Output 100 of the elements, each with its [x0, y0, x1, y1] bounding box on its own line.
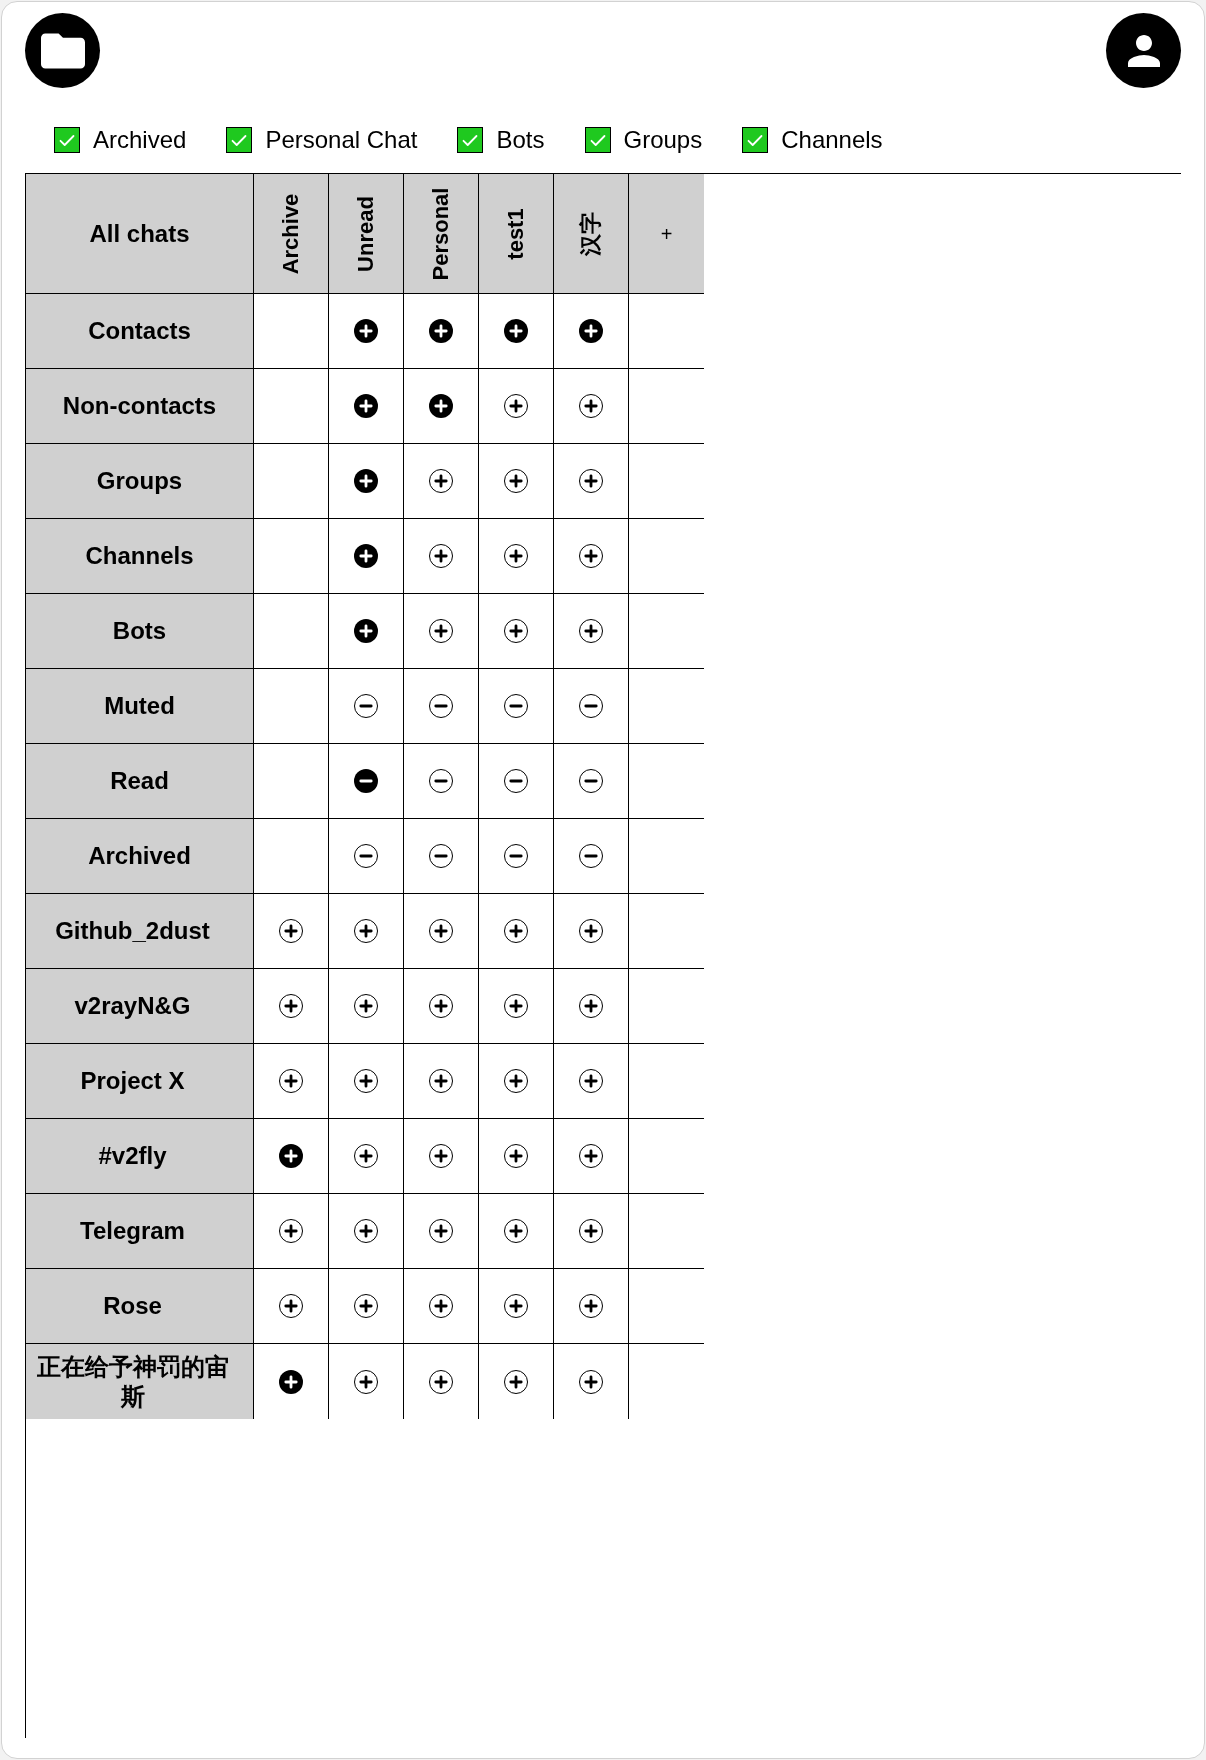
minus-circle-icon[interactable] — [429, 769, 453, 793]
checkbox-label[interactable]: Archived — [93, 125, 187, 155]
plus-circle-icon[interactable] — [429, 544, 453, 568]
checkbox[interactable] — [457, 127, 484, 153]
checkbox-label[interactable]: Bots — [496, 125, 545, 155]
checkmark-icon — [589, 133, 606, 147]
minus-circle-icon[interactable] — [354, 844, 378, 868]
row-header-cell: Archived — [26, 819, 254, 894]
checkbox[interactable] — [226, 127, 253, 153]
plus-circle-icon[interactable] — [579, 1219, 603, 1243]
checkbox-label[interactable]: Groups — [623, 125, 703, 155]
minus-circle-icon[interactable] — [579, 844, 603, 868]
plus-circle-icon[interactable] — [579, 544, 603, 568]
plus-circle-icon[interactable] — [354, 919, 378, 943]
row-header-cell: Github_2dust — [26, 894, 254, 969]
plus-circle-icon[interactable] — [429, 469, 453, 493]
checkmark-icon — [231, 133, 248, 147]
plus-circle-icon[interactable] — [504, 1369, 528, 1394]
checkmark-icon — [59, 133, 75, 147]
plus-circle-icon[interactable] — [579, 1294, 603, 1318]
plus-circle-icon[interactable] — [354, 544, 378, 568]
plus-circle-icon[interactable] — [354, 1369, 378, 1394]
header-cell: All chats — [26, 174, 254, 294]
row-header-cell: Telegram — [26, 1194, 254, 1269]
plus-circle-icon[interactable] — [429, 619, 453, 643]
checkbox[interactable] — [742, 127, 769, 153]
plus-circle-icon[interactable] — [504, 1069, 528, 1093]
folder-icon — [40, 32, 85, 69]
plus-circle-icon[interactable] — [279, 1369, 303, 1394]
plus-circle-icon[interactable] — [354, 994, 378, 1018]
plus-circle-icon[interactable] — [279, 919, 303, 943]
plus-circle-icon[interactable] — [579, 1069, 603, 1093]
minus-circle-icon[interactable] — [504, 694, 528, 718]
plus-circle-icon[interactable] — [504, 1144, 528, 1168]
minus-circle-icon[interactable] — [504, 844, 528, 868]
plus-circle-icon[interactable] — [354, 469, 378, 493]
row-header-cell: Rose — [26, 1269, 254, 1344]
plus-circle-icon[interactable] — [429, 1069, 453, 1093]
plus-circle-icon[interactable] — [504, 619, 528, 643]
minus-circle-icon[interactable] — [579, 694, 603, 718]
plus-circle-icon[interactable] — [429, 394, 453, 418]
plus-circle-icon[interactable] — [429, 1369, 453, 1394]
plus-circle-icon[interactable] — [279, 994, 303, 1018]
plus-circle-icon[interactable] — [579, 319, 603, 343]
row-header-cell: Bots — [26, 594, 254, 669]
minus-circle-icon[interactable] — [354, 694, 378, 718]
plus-circle-icon[interactable] — [279, 1294, 303, 1318]
column-label: Archive — [278, 193, 304, 274]
plus-circle-icon[interactable] — [579, 469, 603, 493]
checkbox-label[interactable]: Channels — [781, 125, 883, 155]
plus-circle-icon[interactable] — [354, 319, 378, 343]
add-column-button[interactable]: + — [656, 223, 677, 244]
row-header-cell: Project X — [26, 1044, 254, 1119]
checkbox[interactable] — [54, 127, 80, 153]
column-label: 汉字 — [578, 211, 604, 256]
row-header-cell: Non-contacts — [26, 369, 254, 444]
plus-circle-icon[interactable] — [579, 1369, 603, 1394]
checkmark-icon — [747, 133, 764, 147]
plus-circle-icon[interactable] — [279, 1219, 303, 1243]
checkbox-label[interactable]: Personal Chat — [265, 125, 418, 155]
row-header-cell: 正在给予神罚的宙斯 — [26, 1344, 254, 1419]
row-header-cell: v2rayN&G — [26, 969, 254, 1044]
checkbox[interactable] — [584, 127, 611, 153]
plus-circle-icon[interactable] — [504, 919, 528, 943]
plus-circle-icon[interactable] — [429, 1219, 453, 1243]
minus-circle-icon[interactable] — [354, 769, 378, 793]
plus-circle-icon[interactable] — [579, 919, 603, 943]
plus-circle-icon[interactable] — [579, 994, 603, 1018]
plus-circle-icon[interactable] — [504, 394, 528, 418]
minus-circle-icon[interactable] — [504, 769, 528, 793]
plus-circle-icon[interactable] — [279, 1069, 303, 1093]
minus-circle-icon[interactable] — [429, 844, 453, 868]
plus-circle-icon[interactable] — [354, 1069, 378, 1093]
column-label: Personal — [428, 187, 454, 280]
minus-circle-icon[interactable] — [429, 694, 453, 718]
row-header-cell: Groups — [26, 444, 254, 519]
plus-circle-icon[interactable] — [429, 1294, 453, 1318]
row-header-cell: Channels — [26, 519, 254, 594]
plus-circle-icon[interactable] — [429, 919, 453, 943]
plus-circle-icon[interactable] — [354, 1144, 378, 1168]
plus-circle-icon[interactable] — [354, 1219, 378, 1243]
plus-circle-icon[interactable] — [504, 1294, 528, 1318]
plus-circle-icon[interactable] — [579, 1144, 603, 1168]
plus-circle-icon[interactable] — [279, 1144, 303, 1168]
row-header-cell: Contacts — [26, 294, 254, 369]
plus-circle-icon[interactable] — [504, 544, 528, 568]
row-header-cell: #v2fly — [26, 1119, 254, 1194]
plus-circle-icon[interactable] — [429, 994, 453, 1018]
plus-circle-icon[interactable] — [354, 1294, 378, 1318]
plus-circle-icon[interactable] — [579, 619, 603, 643]
plus-circle-icon[interactable] — [504, 994, 528, 1018]
plus-circle-icon[interactable] — [354, 394, 378, 418]
plus-circle-icon[interactable] — [429, 319, 453, 343]
plus-circle-icon[interactable] — [504, 1219, 528, 1243]
minus-circle-icon[interactable] — [579, 769, 603, 793]
plus-circle-icon[interactable] — [579, 394, 603, 418]
plus-circle-icon[interactable] — [504, 319, 528, 343]
plus-circle-icon[interactable] — [504, 469, 528, 493]
plus-circle-icon[interactable] — [429, 1144, 453, 1168]
plus-circle-icon[interactable] — [354, 619, 378, 643]
